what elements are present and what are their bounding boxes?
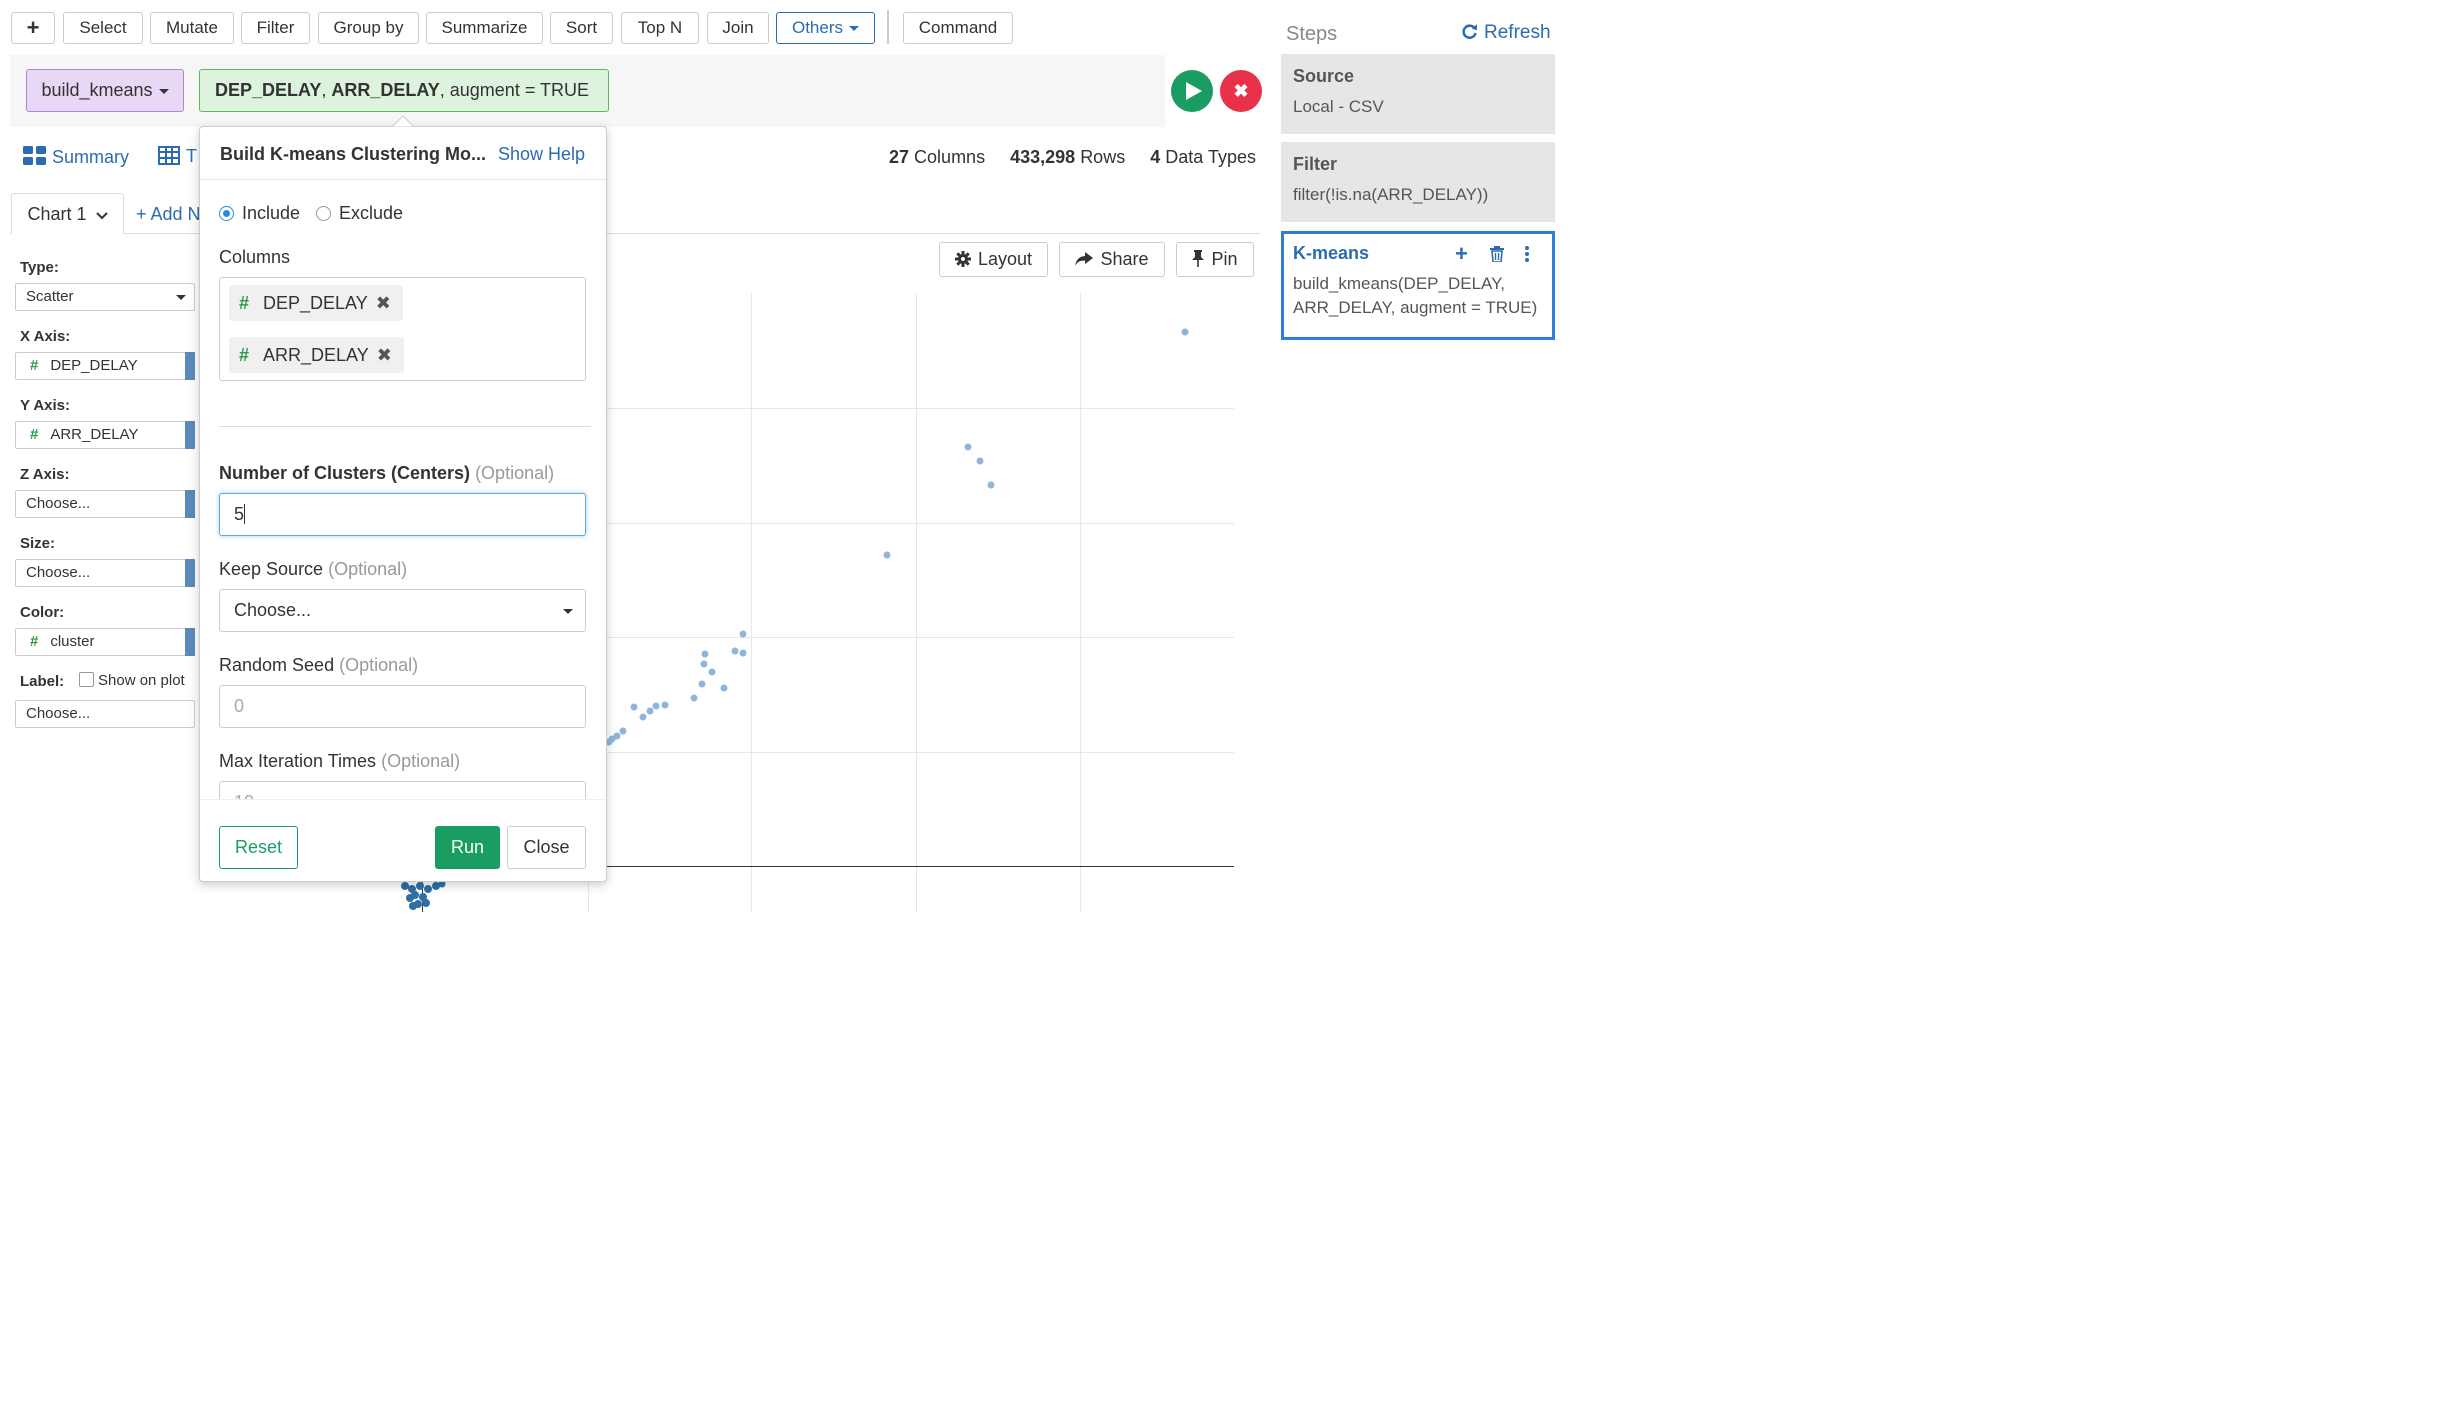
chevron-down-icon (95, 212, 108, 220)
data-point (409, 902, 417, 910)
tab-chart-1[interactable]: Chart 1 (11, 193, 124, 234)
refresh-button[interactable]: Refresh (1461, 22, 1551, 44)
run-button[interactable]: Run (435, 826, 500, 869)
max-iter-clip: 10 (219, 781, 586, 799)
tab-chart-1-label: Chart 1 (27, 204, 87, 224)
popup-title: Build K-means Clustering Mo... (220, 144, 487, 164)
data-point (619, 727, 627, 735)
data-point (646, 707, 654, 715)
data-point (739, 649, 747, 657)
clusters-label: Number of Clusters (Centers) (Optional) (219, 463, 554, 484)
trash-icon[interactable] (1490, 246, 1504, 262)
data-point (690, 694, 698, 702)
exclude-radio-circle[interactable] (316, 206, 331, 221)
step-body: build_kmeans(DEP_DELAY, ARR_DELAY, augme… (1293, 272, 1543, 320)
data-point (1181, 328, 1189, 336)
seed-label-text: Random Seed (219, 655, 335, 675)
optional-tag: (Optional) (475, 463, 555, 483)
include-label: Include (242, 203, 301, 223)
data-point (406, 894, 414, 902)
footer-divider (200, 799, 606, 800)
popup-header-divider (200, 179, 606, 180)
optional-tag: (Optional) (381, 751, 461, 771)
text-cursor (244, 504, 246, 524)
max-iter-label: Max Iteration Times (Optional) (219, 751, 460, 772)
include-radio[interactable]: Include (219, 203, 300, 224)
column-chip: # ARR_DELAY ✖ (229, 337, 404, 373)
column-chip-label: ARR_DELAY (263, 345, 369, 365)
data-point (416, 882, 424, 890)
keep-source-label-text: Keep Source (219, 559, 324, 579)
columns-selector[interactable]: # DEP_DELAY ✖ # ARR_DELAY ✖ (219, 277, 586, 381)
data-point (401, 882, 409, 890)
data-point (701, 650, 709, 658)
data-point (739, 630, 747, 638)
optional-tag: (Optional) (339, 655, 419, 675)
step-filter[interactable]: Filter filter(!is.na(ARR_DELAY)) (1281, 142, 1555, 222)
data-point (424, 885, 432, 893)
exclude-label: Exclude (339, 203, 404, 223)
step-body: filter(!is.na(ARR_DELAY)) (1293, 185, 1489, 204)
seed-label: Random Seed (Optional) (219, 655, 418, 676)
more-vertical-icon[interactable] (1525, 246, 1529, 262)
step-kmeans[interactable]: K-means + build_kmeans(DEP_DELAY, ARR_DE… (1281, 231, 1555, 340)
data-point (987, 481, 995, 489)
columns-label: Columns (219, 247, 291, 267)
max-iter-label-text: Max Iteration Times (219, 751, 377, 771)
seed-input[interactable]: 0 (219, 685, 586, 728)
data-point (422, 899, 430, 907)
data-point (976, 457, 984, 465)
data-point (883, 551, 891, 559)
max-iter-placeholder: 10 (234, 792, 254, 799)
step-body: Local - CSV (1293, 97, 1384, 116)
exclude-radio[interactable]: Exclude (316, 203, 403, 224)
optional-tag: (Optional) (328, 559, 408, 579)
max-iter-input[interactable]: 10 (219, 781, 586, 799)
keep-source-value: Choose... (234, 600, 312, 620)
numeric-icon: # (239, 345, 250, 365)
clusters-label-text: Number of Clusters (Centers) (219, 463, 471, 483)
data-point (652, 702, 660, 710)
step-title: K-means (1293, 243, 1370, 263)
steps-panel (1270, 0, 1568, 912)
data-point (964, 443, 972, 451)
step-body-line-2: ARR_DELAY, augment = TRUE) (1293, 298, 1538, 317)
show-help-link[interactable]: Show Help (498, 144, 585, 165)
data-point (698, 680, 706, 688)
keep-source-label: Keep Source (Optional) (219, 559, 407, 580)
step-title: Filter (1293, 154, 1338, 174)
include-radio-circle[interactable] (219, 206, 234, 221)
data-point (720, 684, 728, 692)
step-body-line-1: build_kmeans(DEP_DELAY, (1293, 274, 1505, 293)
add-step-icon[interactable]: + (1455, 243, 1468, 265)
refresh-icon (1462, 24, 1477, 39)
caret-down-icon (563, 609, 573, 614)
clusters-value: 5 (234, 504, 245, 524)
data-point (700, 660, 708, 668)
clusters-input[interactable]: 5 (219, 493, 586, 536)
close-button[interactable]: Close (507, 826, 586, 869)
popup-arrow (392, 115, 414, 128)
data-point (630, 703, 638, 711)
steps-header: Steps (1286, 23, 1338, 45)
section-divider (219, 426, 591, 427)
seed-placeholder: 0 (234, 696, 245, 716)
step-source[interactable]: Source Local - CSV (1281, 54, 1555, 134)
reset-button[interactable]: Reset (219, 826, 298, 869)
refresh-label: Refresh (1484, 22, 1551, 43)
column-chip: # DEP_DELAY ✖ (229, 285, 403, 321)
data-point (661, 701, 669, 709)
step-title: Source (1293, 66, 1355, 86)
keep-source-select[interactable]: Choose... (219, 589, 586, 632)
data-point (708, 668, 716, 676)
remove-icon[interactable]: ✖ (376, 293, 391, 313)
data-point (639, 713, 647, 721)
remove-icon[interactable]: ✖ (377, 345, 392, 365)
kmeans-config-popup: Build K-means Clustering Mo... Show Help… (199, 115, 607, 882)
data-point (731, 647, 739, 655)
numeric-icon: # (239, 293, 250, 313)
column-chip-label: DEP_DELAY (263, 293, 368, 313)
